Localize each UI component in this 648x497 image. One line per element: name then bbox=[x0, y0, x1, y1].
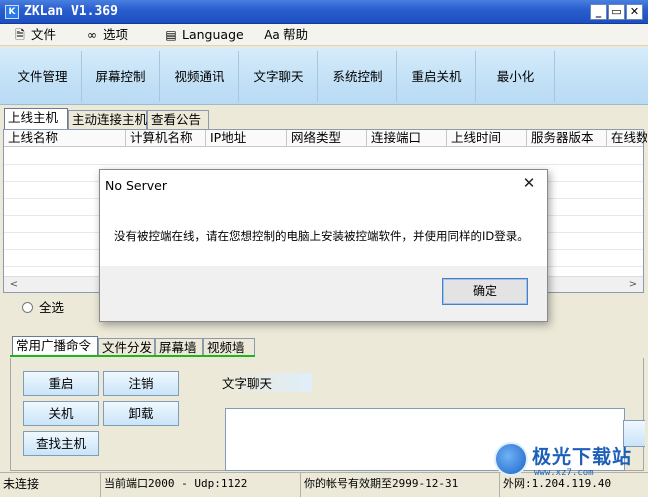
file-icon: 🗎 bbox=[15, 28, 25, 42]
tab-broadcast-commands[interactable]: 常用广播命令 bbox=[12, 336, 98, 357]
minimize-button[interactable]: _ bbox=[590, 4, 607, 20]
column-header[interactable]: 网络类型 bbox=[287, 130, 367, 147]
file-manager-button[interactable]: 文件管理 bbox=[4, 51, 82, 102]
restart-button[interactable]: 重启 bbox=[23, 371, 99, 396]
video-call-button[interactable]: 视频通讯 bbox=[161, 51, 239, 102]
scroll-left-icon[interactable]: < bbox=[6, 277, 22, 292]
column-header[interactable]: 在线数 bbox=[607, 130, 647, 147]
window-title: ZKLan V1.369 bbox=[24, 4, 118, 19]
menu-options-label: 选项 bbox=[103, 27, 129, 42]
app-icon: K bbox=[5, 5, 19, 19]
menu-language[interactable]: ▤ Language bbox=[163, 27, 244, 43]
help-icon: Aa bbox=[264, 28, 280, 42]
status-port: 当前端口2000 - Udp:1122 bbox=[101, 473, 301, 497]
restore-button[interactable]: ▭ bbox=[608, 4, 625, 20]
column-header[interactable]: 上线名称 bbox=[4, 130, 126, 147]
close-icon[interactable]: ✕ bbox=[521, 175, 537, 191]
dialog-footer: 确定 bbox=[100, 266, 547, 321]
watermark: 极光下载站 www.xz7.com bbox=[494, 440, 644, 486]
logoff-button[interactable]: 注销 bbox=[103, 371, 179, 396]
uninstall-button[interactable]: 卸载 bbox=[103, 401, 179, 426]
language-icon: ▤ bbox=[165, 28, 177, 42]
menu-language-label: Language bbox=[182, 27, 244, 42]
column-header[interactable]: 上线时间 bbox=[447, 130, 527, 147]
dialog-title: No Server bbox=[105, 178, 167, 193]
menu-file-label: 文件 bbox=[31, 27, 57, 42]
find-host-button[interactable]: 查找主机 bbox=[23, 431, 99, 456]
status-connection: 未连接 bbox=[0, 473, 101, 497]
no-server-dialog: No Server ✕ 没有被控端在线，请在您想控制的电脑上安装被控端软件，并使… bbox=[99, 169, 548, 322]
radio-icon bbox=[22, 302, 33, 313]
watermark-text: 极光下载站 bbox=[532, 446, 633, 468]
command-tabs: 常用广播命令 文件分发 屏幕墙 视频墙 bbox=[0, 336, 648, 358]
menu-options[interactable]: ∞ 选项 bbox=[84, 27, 128, 43]
tab-notice[interactable]: 查看公告 bbox=[147, 110, 209, 129]
select-all-radio[interactable]: 全选 bbox=[22, 300, 64, 316]
shutdown-button[interactable]: 关机 bbox=[23, 401, 99, 426]
watermark-logo-icon bbox=[494, 442, 528, 476]
menu-help[interactable]: Aa 帮助 bbox=[264, 27, 308, 43]
ok-button[interactable]: 确定 bbox=[442, 278, 528, 305]
main-window: K ZKLan V1.369 _ ▭ ✕ 🗎 文件 ∞ 选项 ▤ Language A… bbox=[0, 0, 648, 497]
menu-bar: 🗎 文件 ∞ 选项 ▤ Language Aa 帮助 bbox=[0, 24, 648, 46]
select-all-label: 全选 bbox=[39, 300, 65, 315]
column-header[interactable]: 服务器版本 bbox=[527, 130, 607, 147]
system-control-button[interactable]: 系统控制 bbox=[319, 51, 397, 102]
watermark-url: www.xz7.com bbox=[534, 468, 594, 478]
chat-label: 文字聊天 bbox=[222, 373, 313, 392]
restart-shutdown-button[interactable]: 重启关机 bbox=[398, 51, 476, 102]
column-header[interactable]: 连接端口 bbox=[367, 130, 447, 147]
tab-underline bbox=[10, 355, 255, 357]
title-bar[interactable]: K ZKLan V1.369 _ ▭ ✕ bbox=[0, 0, 648, 24]
row-divider bbox=[4, 164, 643, 165]
scroll-right-icon[interactable]: > bbox=[625, 277, 641, 292]
toolbar: 文件管理 屏幕控制 视频通讯 文字聊天 系统控制 重启关机 最小化 bbox=[0, 48, 648, 105]
column-header[interactable]: IP地址 bbox=[206, 130, 287, 147]
menu-help-label: 帮助 bbox=[283, 27, 309, 42]
menu-file[interactable]: 🗎 文件 bbox=[12, 27, 56, 43]
minimize-app-button[interactable]: 最小化 bbox=[477, 51, 555, 102]
tab-online-hosts[interactable]: 上线主机 bbox=[4, 108, 68, 129]
text-chat-button[interactable]: 文字聊天 bbox=[240, 51, 318, 102]
close-button[interactable]: ✕ bbox=[626, 4, 643, 20]
screen-control-button[interactable]: 屏幕控制 bbox=[82, 51, 160, 102]
glasses-icon: ∞ bbox=[87, 28, 97, 42]
dialog-message: 没有被控端在线，请在您想控制的电脑上安装被控端软件，并使用同样的ID登录。 bbox=[114, 229, 529, 243]
status-expiry: 你的帐号有效期至2999-12-31 bbox=[301, 473, 500, 497]
column-header[interactable]: 计算机名称 bbox=[126, 130, 206, 147]
table-header: 上线名称 计算机名称 IP地址 网络类型 连接端口 上线时间 服务器版本 在线数 bbox=[4, 130, 647, 147]
tab-active-connect[interactable]: 主动连接主机 bbox=[68, 110, 147, 129]
